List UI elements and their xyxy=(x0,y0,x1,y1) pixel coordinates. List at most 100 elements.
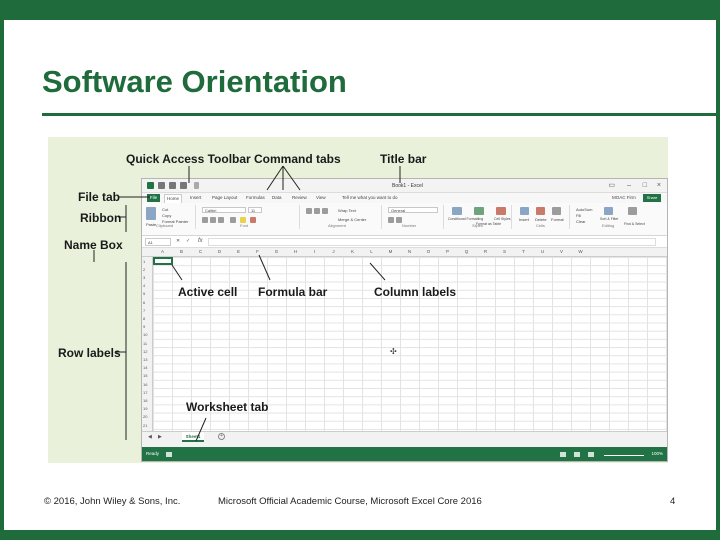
column-header[interactable]: T xyxy=(514,249,533,254)
name-box[interactable]: A1 xyxy=(145,238,171,246)
macro-recording-icon[interactable] xyxy=(166,452,172,457)
align-top-icon[interactable] xyxy=(306,208,312,214)
ribbon-display-icon[interactable]: ▭ xyxy=(608,182,615,189)
share-button[interactable]: Share xyxy=(643,194,661,202)
tab-data[interactable]: Data xyxy=(272,195,282,200)
column-header[interactable]: C xyxy=(191,249,210,254)
format-as-table-icon[interactable] xyxy=(474,207,484,215)
column-header[interactable]: V xyxy=(552,249,571,254)
redo-icon[interactable] xyxy=(180,182,187,189)
column-header[interactable]: D xyxy=(210,249,229,254)
worksheet-tab[interactable]: Sheet1 xyxy=(182,432,204,442)
column-header[interactable]: Q xyxy=(457,249,476,254)
insert-cells-icon[interactable] xyxy=(520,207,529,215)
column-header[interactable]: N xyxy=(400,249,419,254)
tab-insert[interactable]: Insert xyxy=(190,195,201,200)
conditional-formatting-label[interactable]: Conditional Formatting xyxy=(448,217,483,221)
zoom-level[interactable]: 100% xyxy=(651,451,663,456)
cell-styles-icon[interactable] xyxy=(496,207,506,215)
column-header[interactable]: G xyxy=(267,249,286,254)
bold-icon[interactable] xyxy=(202,217,208,223)
tab-review[interactable]: Review xyxy=(292,195,307,200)
column-header[interactable]: J xyxy=(324,249,343,254)
page-break-view-icon[interactable] xyxy=(588,452,594,457)
row-header[interactable]: 6 xyxy=(143,300,145,305)
column-header[interactable]: O xyxy=(419,249,438,254)
maximize-icon[interactable]: □ xyxy=(643,182,647,189)
insert-cells-label[interactable]: Insert xyxy=(519,217,529,222)
tab-file[interactable]: File xyxy=(147,194,160,202)
conditional-formatting-icon[interactable] xyxy=(452,207,462,215)
tell-me-box[interactable]: Tell me what you want to do xyxy=(342,195,398,200)
column-header[interactable]: U xyxy=(533,249,552,254)
row-header[interactable]: 5 xyxy=(143,291,145,296)
column-header[interactable]: H xyxy=(286,249,305,254)
row-header[interactable]: 16 xyxy=(143,382,147,387)
row-header[interactable]: 18 xyxy=(143,398,147,403)
column-header[interactable]: B xyxy=(172,249,191,254)
fill-button[interactable]: Fill xyxy=(576,213,581,218)
row-header[interactable]: 7 xyxy=(143,308,145,313)
scroll-left-icon[interactable]: ◀ xyxy=(148,434,152,441)
find-select-label[interactable]: Find & Select xyxy=(624,222,645,226)
font-size-select[interactable]: 11 xyxy=(248,207,262,213)
row-header[interactable]: 4 xyxy=(143,283,145,288)
column-header[interactable]: M xyxy=(381,249,400,254)
column-header[interactable]: L xyxy=(362,249,381,254)
normal-view-icon[interactable] xyxy=(560,452,566,457)
copy-button[interactable]: Copy xyxy=(162,213,171,218)
currency-icon[interactable] xyxy=(388,217,394,223)
orientation-icon[interactable] xyxy=(322,208,328,214)
number-format-select[interactable]: General xyxy=(388,207,438,213)
column-header[interactable]: S xyxy=(495,249,514,254)
merge-center-button[interactable]: Merge & Center xyxy=(338,217,366,222)
row-header[interactable]: 3 xyxy=(143,275,145,280)
paste-icon[interactable] xyxy=(146,207,156,220)
row-header[interactable]: 10 xyxy=(143,332,147,337)
format-cells-label[interactable]: Format xyxy=(551,217,564,222)
customize-qat-icon[interactable] xyxy=(194,182,199,189)
find-select-icon[interactable] xyxy=(628,207,637,215)
delete-cells-label[interactable]: Delete xyxy=(535,217,547,222)
column-header[interactable]: I xyxy=(305,249,324,254)
zoom-slider[interactable] xyxy=(604,455,644,456)
scroll-right-icon[interactable]: ▶ xyxy=(158,434,162,441)
row-header[interactable]: 11 xyxy=(143,341,147,346)
italic-icon[interactable] xyxy=(210,217,216,223)
tab-formulas[interactable]: Formulas xyxy=(246,195,265,200)
page-layout-view-icon[interactable] xyxy=(574,452,580,457)
clear-button[interactable]: Clear xyxy=(576,219,586,224)
column-header[interactable]: F xyxy=(248,249,267,254)
underline-icon[interactable] xyxy=(218,217,224,223)
row-header[interactable]: 2 xyxy=(143,267,145,272)
new-sheet-icon[interactable]: + xyxy=(218,433,225,440)
font-color-icon[interactable] xyxy=(250,217,256,223)
column-header[interactable]: A xyxy=(153,249,172,254)
active-cell[interactable] xyxy=(153,257,173,265)
cut-button[interactable]: Cut xyxy=(162,207,168,212)
wrap-text-button[interactable]: Wrap Text xyxy=(338,208,356,213)
row-header[interactable]: 15 xyxy=(143,373,147,378)
column-header[interactable]: R xyxy=(476,249,495,254)
insert-function-icon[interactable]: fx xyxy=(198,238,203,244)
tab-page-layout[interactable]: Page Layout xyxy=(212,195,237,200)
delete-cells-icon[interactable] xyxy=(536,207,545,215)
minimize-icon[interactable]: – xyxy=(627,182,631,189)
row-header[interactable]: 19 xyxy=(143,406,147,411)
paste-label[interactable]: Paste xyxy=(146,222,156,227)
row-header[interactable]: 9 xyxy=(143,324,145,329)
close-icon[interactable]: × xyxy=(657,182,661,189)
align-middle-icon[interactable] xyxy=(314,208,320,214)
row-header[interactable]: 8 xyxy=(143,316,145,321)
row-header[interactable]: 12 xyxy=(143,349,147,354)
cell-styles-label[interactable]: Cell Styles xyxy=(494,217,511,221)
column-header[interactable]: E xyxy=(229,249,248,254)
tab-view[interactable]: View xyxy=(316,195,326,200)
autosum-button[interactable]: AutoSum xyxy=(576,207,592,212)
font-name-select[interactable]: Calibri xyxy=(202,207,246,213)
column-header[interactable]: K xyxy=(343,249,362,254)
row-header[interactable]: 14 xyxy=(143,365,147,370)
row-header[interactable]: 21 xyxy=(143,423,147,428)
column-header[interactable]: P xyxy=(438,249,457,254)
cancel-entry-icon[interactable]: ✕ xyxy=(176,238,180,245)
